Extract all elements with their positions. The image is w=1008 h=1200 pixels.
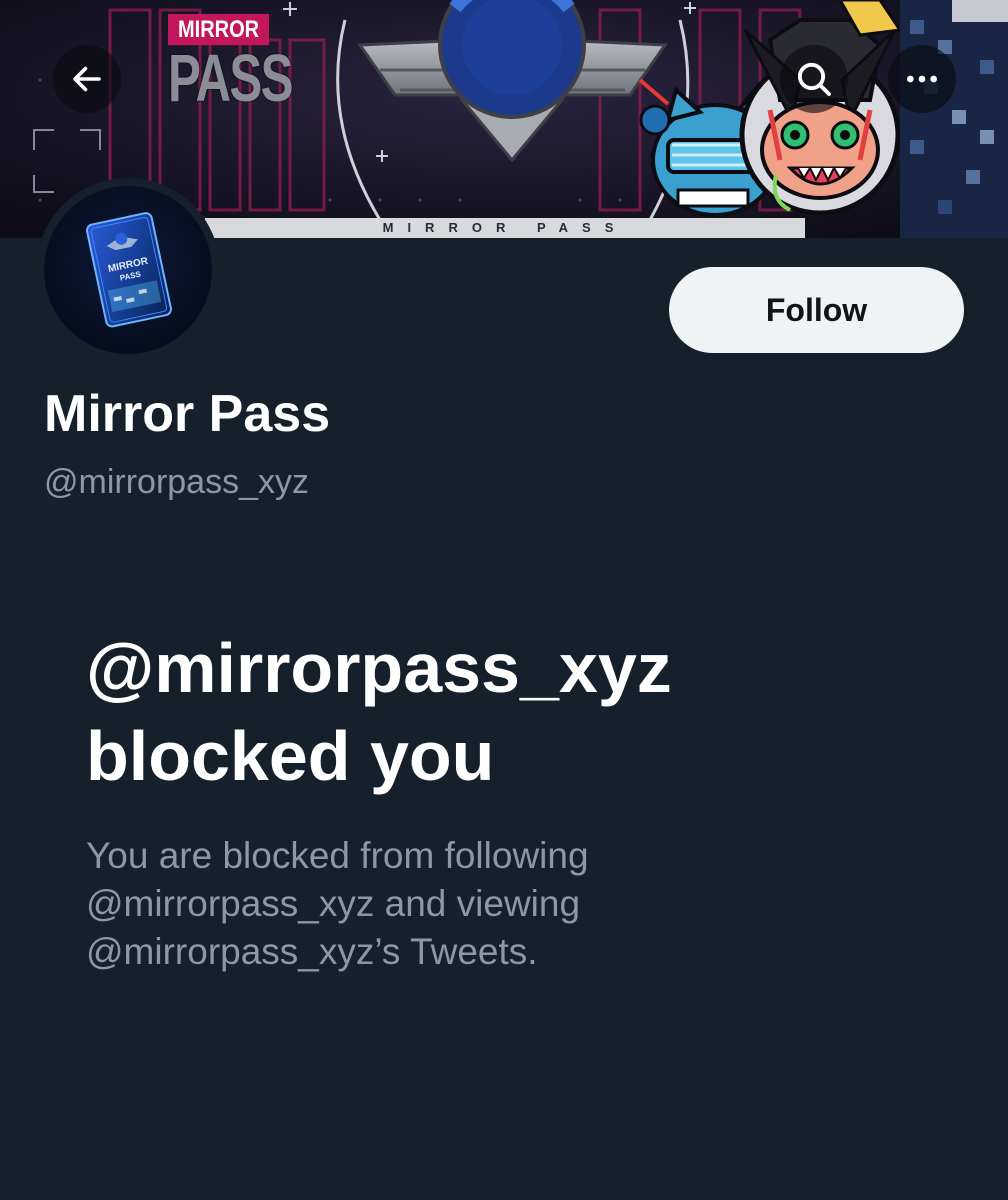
blocked-desc-line1: You are blocked from following (86, 835, 589, 876)
back-button[interactable] (53, 45, 121, 113)
blocked-description: You are blocked from following @mirrorpa… (86, 832, 886, 976)
avatar-image: MIRROR PASS (44, 186, 212, 354)
banner-logo-pass: PASS (168, 41, 293, 117)
banner-strip-label: MIRROR PASS (205, 218, 805, 238)
search-icon (797, 62, 831, 96)
more-button[interactable] (888, 45, 956, 113)
profile-page: MIRROR PASS MIRROR PASS MIRROR PASS Foll… (0, 0, 1008, 1200)
blocked-title: @mirrorpass_xyz blocked you (86, 624, 672, 800)
profile-handle: @mirrorpass_xyz (44, 463, 309, 501)
blocked-title-line2: blocked you (86, 717, 495, 795)
avatar[interactable]: MIRROR PASS (36, 178, 220, 362)
profile-display-name: Mirror Pass (44, 385, 331, 443)
search-button[interactable] (780, 45, 848, 113)
blocked-desc-line2: @mirrorpass_xyz and viewing (86, 883, 581, 924)
avatar-card-art: MIRROR PASS (86, 212, 172, 328)
follow-button[interactable]: Follow (669, 267, 964, 353)
arrow-left-icon (73, 66, 101, 92)
more-horizontal-icon (907, 75, 937, 83)
blocked-title-line1: @mirrorpass_xyz (86, 629, 672, 707)
blocked-desc-line3: @mirrorpass_xyz’s Tweets. (86, 931, 538, 972)
banner-logo: MIRROR PASS (168, 14, 293, 112)
